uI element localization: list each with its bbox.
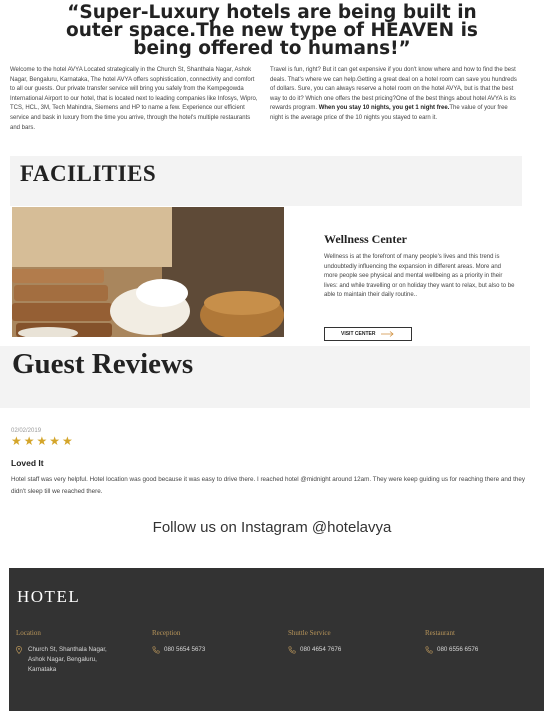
wellness-center-image: [12, 207, 284, 337]
footer-column-restaurant: Restaurant 080 6556 6576: [425, 629, 540, 658]
visit-center-label: VISIT CENTER: [341, 331, 376, 337]
restaurant-phone[interactable]: 080 6556 6576: [425, 645, 540, 658]
footer-column-heading: Shuttle Service: [288, 629, 331, 637]
intro-text-left: Welcome to the hotel AVYA Located strate…: [10, 67, 258, 131]
map-pin-icon: [16, 646, 28, 658]
facilities-title: FACILITIES: [20, 161, 157, 186]
footer-column-reception: Reception 080 5654 5673: [152, 629, 272, 658]
hero-title-line: being offered to humans!”: [133, 38, 411, 59]
footer-address: Church St, Shanthala Nagar, Ashok Nagar,…: [16, 645, 146, 675]
phone-icon: [425, 646, 437, 658]
review-body: Hotel staff was very helpful. Hotel loca…: [11, 476, 526, 495]
footer-address-line: Karnataka: [28, 666, 57, 673]
phone-number: 080 4654 7676: [300, 646, 342, 653]
footer-column-heading: Restaurant: [425, 629, 455, 637]
shuttle-service-phone[interactable]: 080 4654 7676: [288, 645, 408, 658]
star-rating-icon: ★★★★★: [11, 434, 75, 448]
reviews-title: Guest Reviews: [12, 348, 194, 380]
spa-stones-towel-illustration: [12, 207, 284, 337]
footer-brand-logo[interactable]: HOTEL: [17, 587, 80, 607]
footer-address-line: Church St, Shanthala Nagar,: [28, 646, 107, 653]
wellness-center-title: Wellness Center: [324, 232, 407, 246]
footer: HOTEL Location Church St, Shanthala Naga…: [9, 568, 544, 711]
review-heading: Loved It: [11, 458, 44, 468]
wellness-center-card: Wellness Center Wellness is at the foref…: [324, 232, 516, 301]
arrow-right-icon: [380, 330, 394, 337]
instagram-link[interactable]: Follow us on Instagram @hotelavya: [0, 519, 544, 536]
footer-column-heading: Location: [16, 629, 41, 637]
footer-address-line: Ashok Nagar, Bengaluru,: [28, 656, 97, 663]
phone-number: 080 5654 5673: [164, 646, 206, 653]
intro-text-right: Travel is fun, right? But it can get exp…: [270, 66, 518, 124]
visit-center-button[interactable]: VISIT CENTER: [324, 327, 412, 341]
wellness-center-description: Wellness is at the forefront of many peo…: [324, 254, 515, 299]
rewards-highlight: When you stay 10 nights, you get 1 night…: [318, 105, 450, 112]
footer-column-shuttle-service: Shuttle Service 080 4654 7676: [288, 629, 408, 658]
reception-phone[interactable]: 080 5654 5673: [152, 645, 272, 658]
phone-icon: [152, 646, 164, 658]
footer-column-location: Location Church St, Shanthala Nagar, Ash…: [16, 629, 146, 675]
footer-column-heading: Reception: [152, 629, 181, 637]
phone-icon: [288, 646, 300, 658]
hero-title: “Super-Luxury hotels are being built in …: [0, 3, 544, 59]
phone-number: 080 6556 6576: [437, 646, 479, 653]
